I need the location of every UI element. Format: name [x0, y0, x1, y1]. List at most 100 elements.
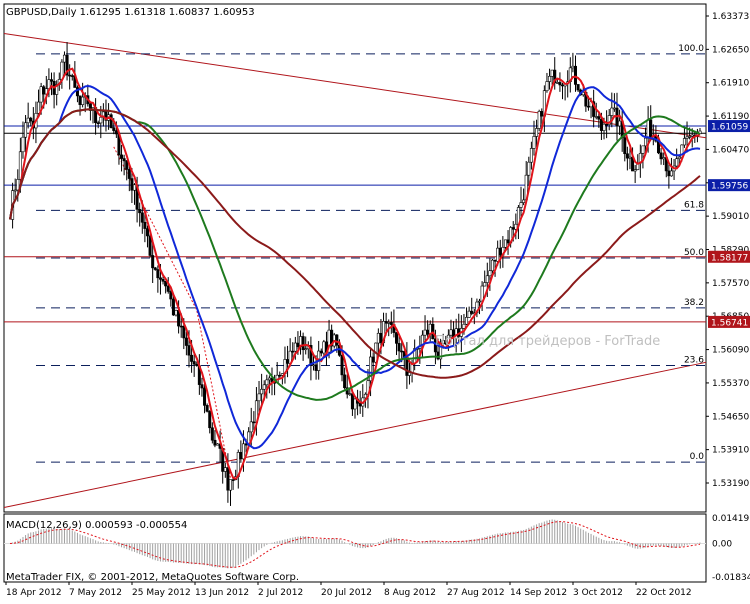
candle-body	[293, 342, 297, 352]
candle-body	[358, 402, 362, 407]
candle-body	[161, 279, 165, 282]
y-tick-label: 1.57570	[712, 279, 749, 289]
candle-body	[612, 107, 616, 110]
x-tick-label: 7 May 2012	[69, 588, 122, 598]
candle-body	[571, 65, 575, 69]
candle-body	[467, 310, 471, 318]
candle-body	[16, 179, 20, 191]
candle-body	[675, 158, 679, 167]
candle-body	[195, 363, 199, 366]
candle-body	[42, 86, 46, 95]
candle-body	[208, 411, 212, 429]
candle-body	[493, 259, 497, 262]
candle-body	[586, 105, 590, 108]
candle-body	[311, 364, 315, 367]
candle-body	[213, 439, 217, 446]
candle-body	[267, 377, 271, 381]
candle-body	[125, 160, 129, 170]
candle-body	[192, 361, 196, 365]
candle-body	[532, 136, 536, 149]
candle-body	[262, 384, 266, 390]
candle-body	[24, 122, 28, 138]
candle-body	[249, 421, 253, 433]
candle-body	[628, 156, 632, 159]
candle-body	[470, 310, 474, 314]
y-tick-label: 1.53910	[712, 446, 749, 456]
price-tag-label: 1.58177	[711, 253, 748, 263]
y-tick-label: 1.53190	[712, 479, 749, 489]
candle-body	[314, 364, 318, 371]
candle-body	[29, 117, 33, 122]
candle-body	[540, 111, 544, 117]
copyright: MetaTrader FIX, © 2001-2012, MetaQuotes …	[6, 572, 299, 583]
candle-body	[496, 247, 500, 262]
candle-body	[511, 227, 515, 230]
candle-body	[576, 84, 580, 91]
macd-label: MACD(12,26,9) 0.000593 -0.000554	[6, 520, 187, 531]
x-tick-label: 27 Aug 2012	[447, 588, 505, 598]
candle-body	[379, 332, 383, 344]
candle-body	[257, 393, 261, 402]
candle-body	[623, 137, 627, 155]
candle-body	[573, 65, 577, 85]
candle-body	[68, 74, 72, 77]
candle-body	[605, 123, 609, 126]
candle-body	[343, 374, 347, 389]
macd-tick-label: 0.014191	[712, 514, 750, 524]
candle-body	[130, 178, 134, 191]
candle-body	[278, 374, 282, 377]
price-chart: 100.061.850.038.223.60.0 Портал для трей…	[0, 0, 750, 600]
candle-body	[682, 138, 686, 146]
candle-body	[226, 467, 230, 491]
candle-body	[667, 170, 671, 177]
candle-body	[371, 356, 375, 363]
candle-body	[231, 479, 235, 481]
symbol-info: GBPUSD,Daily 1.61295 1.61318 1.60837 1.6…	[6, 7, 255, 18]
x-tick-label: 14 Sep 2012	[510, 588, 567, 598]
candle-body	[153, 267, 157, 270]
watermark: Портал для трейдеров - ForTrade	[435, 334, 660, 349]
candle-body	[291, 350, 295, 353]
fib-level-label: 23.6	[684, 355, 704, 365]
candle-body	[669, 170, 673, 177]
candle-body	[506, 239, 510, 244]
x-tick-label: 20 Jul 2012	[321, 588, 372, 598]
candle-body	[148, 235, 152, 256]
candle-body	[633, 169, 637, 172]
fib-level-label: 61.8	[684, 200, 704, 210]
candle-body	[26, 117, 30, 124]
candle-body	[265, 379, 269, 386]
candle-body	[423, 329, 427, 336]
candle-body	[662, 157, 666, 160]
candle-body	[190, 354, 194, 362]
candle-body	[37, 101, 41, 114]
candle-body	[239, 452, 243, 460]
candle-body	[96, 122, 100, 125]
candle-body	[158, 277, 162, 280]
fib-level-label: 38.2	[684, 298, 704, 308]
candle-body	[140, 212, 144, 223]
x-tick-label: 18 Apr 2012	[6, 588, 62, 598]
candle-body	[62, 54, 66, 63]
macd-tick-label: -0.01834	[712, 573, 750, 583]
candle-body	[599, 118, 603, 131]
candle-body	[545, 81, 549, 92]
candle-body	[205, 405, 209, 412]
candle-body	[384, 321, 388, 324]
candle-body	[179, 325, 183, 328]
x-tick-label: 22 Oct 2012	[636, 588, 692, 598]
candle-body	[122, 158, 126, 162]
candle-body	[70, 75, 74, 77]
candle-body	[529, 148, 533, 163]
candle-body	[114, 130, 118, 135]
candle-body	[99, 116, 103, 124]
x-tick-label: 3 Oct 2012	[573, 588, 623, 598]
candle-body	[397, 343, 401, 352]
candle-body	[644, 137, 648, 147]
fib-level-label: 100.0	[678, 44, 704, 54]
candle-body	[335, 334, 339, 346]
macd-tick-label: 0.00	[712, 540, 732, 550]
candle-body	[304, 348, 308, 351]
candle-body	[286, 359, 290, 364]
candle-body	[171, 298, 175, 316]
